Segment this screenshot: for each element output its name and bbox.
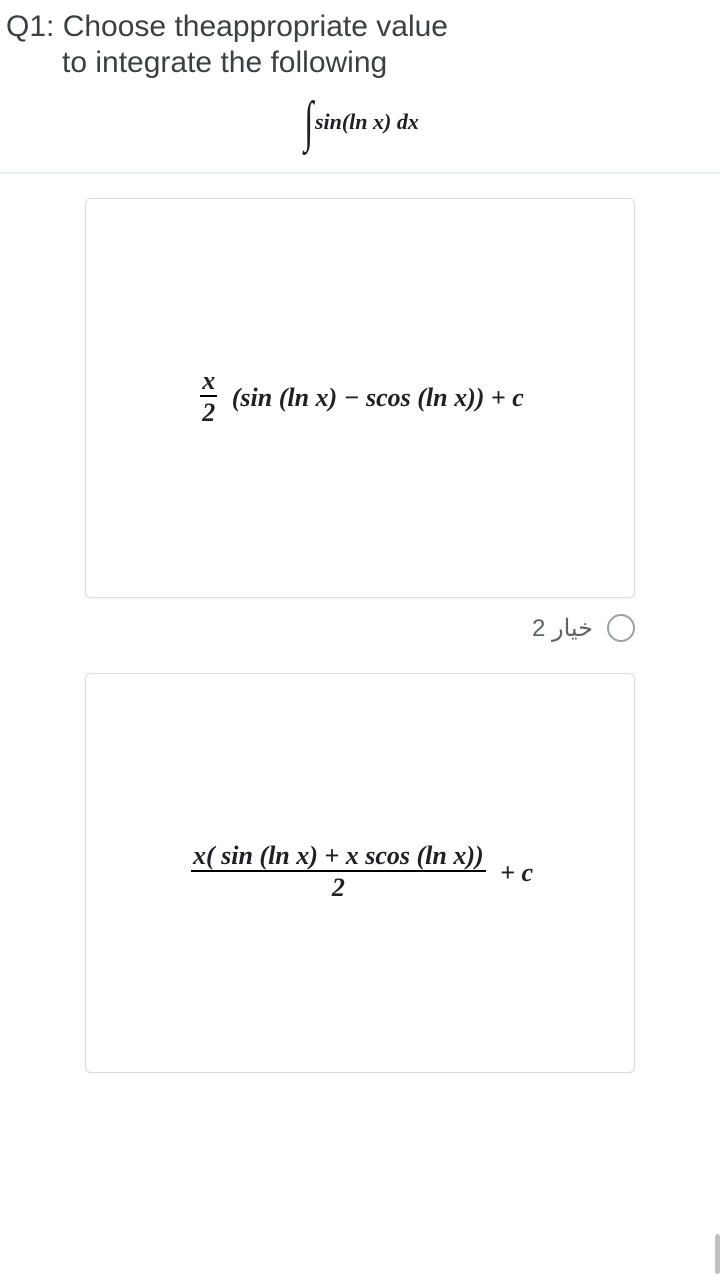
radio-icon[interactable] xyxy=(607,614,635,642)
option-2-math: x( sin (ln x) + x scos (ln x)) 2 + c xyxy=(187,842,533,904)
integral-text: sin(ln x) dx xyxy=(315,109,419,135)
integral-icon: ∫ xyxy=(304,94,313,150)
divider xyxy=(0,172,720,174)
option-2-radio-row[interactable]: خيار 2 xyxy=(85,614,635,643)
option-1-body: (sin (ln x) − scos (ln x)) + c xyxy=(232,383,524,413)
question-header: Q1: Choose theappropriate value to integ… xyxy=(0,0,720,86)
frac-num: x xyxy=(200,367,217,398)
option-card-2[interactable]: x( sin (ln x) + x scos (ln x)) 2 + c xyxy=(85,673,635,1073)
fraction: x 2 xyxy=(200,367,217,429)
question-integral: ∫ sin(ln x) dx xyxy=(0,94,720,150)
option-2-tail: + c xyxy=(500,858,533,888)
scrollbar-thumb[interactable] xyxy=(715,1234,720,1274)
option-card-1[interactable]: x 2 (sin (ln x) − scos (ln x)) + c xyxy=(85,198,635,598)
frac-den: 2 xyxy=(191,872,486,903)
fraction: x( sin (ln x) + x scos (ln x)) 2 xyxy=(191,842,486,904)
frac-num: x( sin (ln x) + x scos (ln x)) xyxy=(191,842,486,873)
frac-den: 2 xyxy=(200,397,217,428)
question-line2: to integrate the following xyxy=(6,46,714,80)
question-line1: Choose theappropriate value xyxy=(63,10,448,43)
option-2-label: خيار 2 xyxy=(532,614,593,643)
question-number: Q1: xyxy=(6,10,54,43)
option-1-math: x 2 (sin (ln x) − scos (ln x)) + c xyxy=(196,367,524,429)
